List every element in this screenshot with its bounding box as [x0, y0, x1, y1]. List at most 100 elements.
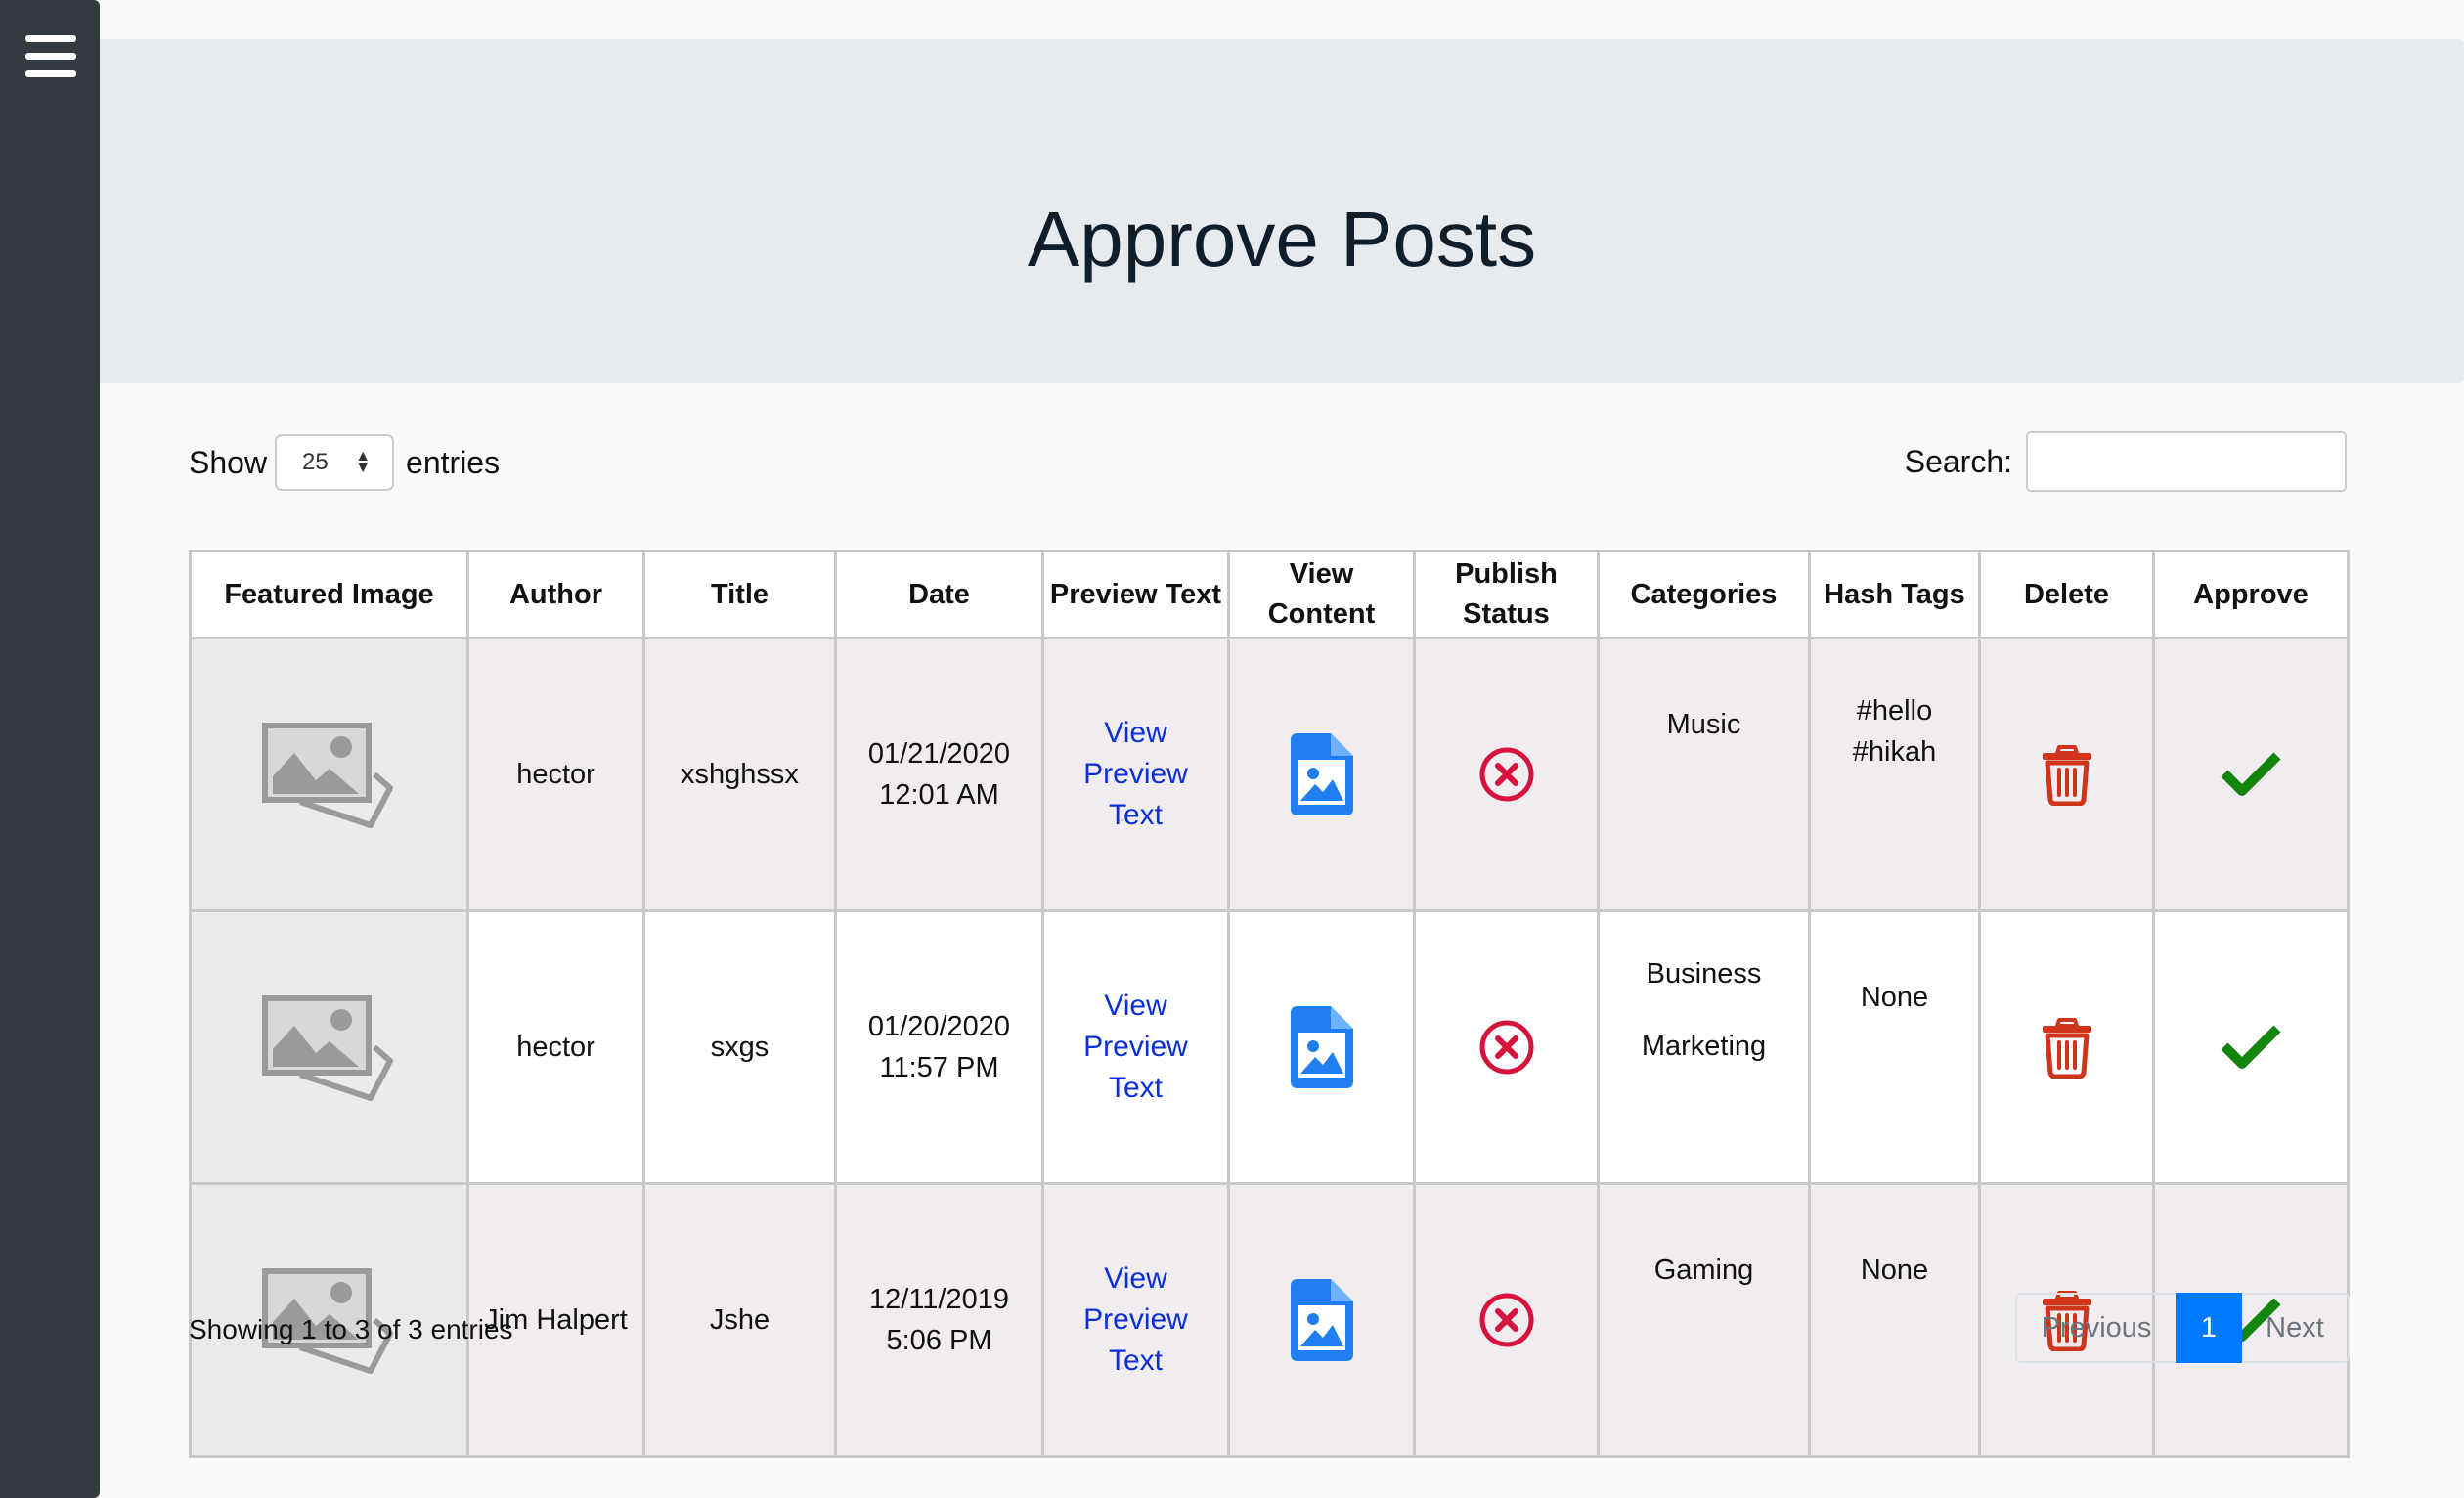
sidebar [0, 0, 100, 1498]
date-cell: 01/21/2020 12:01 AM [834, 637, 1044, 912]
next-page-button[interactable]: Next [2242, 1293, 2350, 1363]
header-view-content[interactable]: View Content [1227, 550, 1416, 639]
time-text: 12:01 AM [879, 779, 999, 811]
hash-tag-text: #hikah [1852, 736, 1937, 768]
table-info: Showing 1 to 3 of 3 entries [189, 1314, 513, 1344]
view-preview-link[interactable]: View Preview Text [1083, 990, 1188, 1104]
view-preview-line2: Text [1108, 1344, 1164, 1377]
title-text: Jshe [709, 1304, 770, 1336]
file-image-icon[interactable] [1288, 1003, 1356, 1091]
author-cell: hector [466, 909, 645, 1185]
view-preview-line2: Text [1108, 1072, 1164, 1104]
page-length-select[interactable]: 25 ▲ ▼ [275, 434, 395, 491]
publish-status-cell [1413, 1182, 1600, 1458]
categories-cell: Music [1597, 637, 1811, 912]
author-text: hector [516, 1032, 595, 1063]
pagination: Previous 1 Next [2015, 1293, 2350, 1363]
delete-cell [1978, 637, 2155, 912]
trash-icon[interactable] [2040, 1016, 2094, 1079]
header-title[interactable]: Title [642, 550, 837, 639]
preview-text-cell: View Preview Text [1041, 909, 1230, 1185]
title-text: sxgs [710, 1032, 770, 1063]
time-text: 5:06 PM [886, 1325, 992, 1356]
table-row: hector sxgs 01/20/2020 11:57 PM View Pre… [189, 909, 2350, 1185]
date-cell: 12/11/2019 5:06 PM [834, 1182, 1044, 1458]
time-text: 11:57 PM [879, 1052, 999, 1083]
header-publish-status[interactable]: Publish Status [1413, 550, 1600, 639]
view-content-cell [1227, 637, 1416, 912]
entries-label: entries [406, 444, 501, 480]
hash-tag-text: None [1860, 982, 1929, 1013]
hash-tags-cell: #hello #hikah [1808, 637, 1981, 912]
page-length-control: Show 25 ▲ ▼ entries [189, 432, 500, 493]
file-image-icon[interactable] [1288, 1276, 1356, 1364]
title-cell: sxgs [642, 909, 837, 1185]
x-circle-icon[interactable] [1477, 1018, 1536, 1077]
view-preview-link[interactable]: View Preview Text [1083, 717, 1188, 831]
page-title: Approve Posts [1027, 196, 1537, 283]
image-placeholder-icon[interactable] [261, 992, 398, 1102]
delete-cell [1978, 909, 2155, 1185]
hash-tags-cell: None [1808, 909, 1981, 1185]
table-row: hector xshghssx 01/21/2020 12:01 AM View… [189, 637, 2350, 912]
category-text: Gaming [1653, 1255, 1754, 1286]
date-text: 12/11/2019 [869, 1284, 1009, 1315]
date-cell: 01/20/2020 11:57 PM [834, 909, 1044, 1185]
view-preview-link[interactable]: View Preview Text [1083, 1262, 1188, 1377]
image-placeholder-icon[interactable] [261, 720, 398, 829]
view-content-cell [1227, 909, 1416, 1185]
publish-status-cell [1413, 909, 1600, 1185]
page-1-button[interactable]: 1 [2176, 1293, 2242, 1363]
search-input[interactable] [2026, 431, 2347, 492]
file-image-icon[interactable] [1288, 730, 1356, 818]
author-text: hector [516, 759, 595, 790]
approve-cell [2152, 637, 2350, 912]
view-preview-line1: View Preview [1083, 717, 1188, 790]
category-text: Business [1646, 958, 1762, 990]
preview-text-cell: View Preview Text [1041, 1182, 1230, 1458]
featured-image-cell [189, 909, 469, 1185]
publish-status-cell [1413, 637, 1600, 912]
title-text: xshghssx [681, 759, 799, 790]
approve-cell [2152, 909, 2350, 1185]
header-hash-tags[interactable]: Hash Tags [1808, 550, 1981, 639]
view-preview-line2: Text [1108, 799, 1164, 831]
title-cell: Jshe [642, 1182, 837, 1458]
header-author[interactable]: Author [466, 550, 645, 639]
header-publish-status-line1: Publish [1455, 558, 1558, 590]
date-text: 01/21/2020 [867, 738, 1011, 770]
header-date[interactable]: Date [834, 550, 1044, 639]
checkmark-icon[interactable] [2220, 1023, 2282, 1072]
select-arrows-icon: ▲ ▼ [355, 448, 372, 476]
view-preview-line1: View Preview [1083, 990, 1188, 1063]
hash-tag-text: #hello [1856, 695, 1933, 727]
header-approve[interactable]: Approve [2152, 550, 2350, 639]
view-preview-line1: View Preview [1083, 1262, 1188, 1336]
previous-page-button[interactable]: Previous [2015, 1293, 2176, 1363]
header-categories[interactable]: Categories [1597, 550, 1811, 639]
page-header: Approve Posts [100, 39, 2464, 383]
header-publish-status-line2: Status [1463, 598, 1550, 630]
page-length-value: 25 [302, 449, 329, 475]
trash-icon[interactable] [2040, 743, 2094, 806]
categories-cell: Business Marketing [1597, 909, 1811, 1185]
x-circle-icon[interactable] [1477, 745, 1536, 804]
view-content-cell [1227, 1182, 1416, 1458]
title-cell: xshghssx [642, 637, 837, 912]
date-text: 01/20/2020 [867, 1011, 1011, 1042]
x-circle-icon[interactable] [1477, 1291, 1536, 1349]
category-text: Music [1666, 709, 1741, 740]
header-delete[interactable]: Delete [1978, 550, 2155, 639]
author-cell: hector [466, 637, 645, 912]
hash-tags-cell: None [1808, 1182, 1981, 1458]
hamburger-menu-icon[interactable] [25, 35, 76, 78]
preview-text-cell: View Preview Text [1041, 637, 1230, 912]
header-featured-image[interactable]: Featured Image [189, 550, 469, 639]
checkmark-icon[interactable] [2220, 750, 2282, 799]
show-label: Show [189, 444, 268, 480]
hash-tag-text: None [1860, 1255, 1929, 1286]
categories-cell: Gaming [1597, 1182, 1811, 1458]
search-control: Search: [1905, 430, 2347, 493]
header-preview-text[interactable]: Preview Text [1041, 550, 1230, 639]
search-label: Search: [1904, 443, 2012, 479]
